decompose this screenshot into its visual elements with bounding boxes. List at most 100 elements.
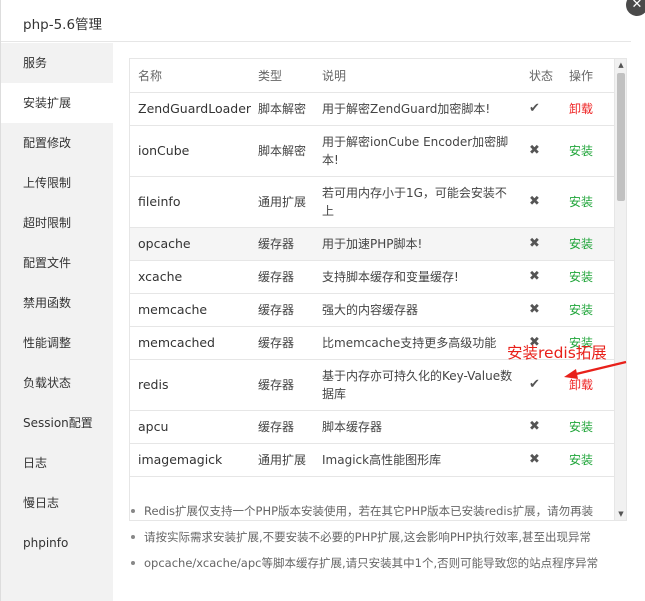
extension-type: 通用扩展: [250, 176, 314, 228]
table-header-row: 名称 类型 说明 状态 操作: [130, 59, 614, 93]
extension-action-cell: 安装: [561, 293, 614, 327]
annotation-arrow-icon: [564, 360, 627, 379]
cross-icon: ✖: [529, 143, 540, 158]
scroll-thumb[interactable]: [617, 73, 625, 201]
notes-list: Redis扩展仅支持一个PHP版本安装使用，若在其它PHP版本已安装redis扩…: [129, 498, 629, 576]
cross-icon: ✖: [529, 452, 540, 467]
extension-desc: 基于内存亦可持久化的Key-Value数据库: [314, 359, 521, 411]
table-row: ionCube 脚本解密 用于解密ionCube Encoder加密脚本! ✖ 安装: [130, 125, 614, 177]
cross-icon: ✖: [529, 302, 540, 317]
table-row: xcache 缓存器 支持脚本缓存和变量缓存! ✖ 安装: [130, 260, 614, 294]
note-item: 请按实际需求安装扩展,不要安装不必要的PHP扩展,这会影响PHP执行效率,甚至出…: [129, 524, 629, 550]
extension-name: apcu: [130, 410, 250, 444]
extension-type: 脚本解密: [250, 125, 314, 177]
extension-status-cell: ✖: [521, 260, 561, 294]
install-link[interactable]: 安装: [569, 237, 593, 251]
table-row: memcache 缓存器 强大的内容缓存器 ✖ 安装: [130, 293, 614, 327]
cross-icon: ✖: [529, 269, 540, 284]
install-link[interactable]: 安装: [569, 453, 593, 467]
extension-status-cell: ✖: [521, 293, 561, 327]
extension-table-wrapper: 名称 类型 说明 状态 操作 ZendGuardLoader 脚本解密 用于解密Ze…: [129, 58, 627, 521]
dialog-title: php-5.6管理: [23, 17, 103, 33]
extension-action-cell: 安装: [561, 260, 614, 294]
check-icon: ✔: [529, 101, 540, 116]
extension-action-cell: 安装: [561, 125, 614, 177]
content-area: 名称 类型 说明 状态 操作 ZendGuardLoader 脚本解密 用于解密Ze…: [113, 43, 631, 601]
install-link[interactable]: 安装: [569, 144, 593, 158]
extension-status-cell: ✖: [521, 227, 561, 261]
extension-action-cell: 安装: [561, 227, 614, 261]
extension-type: 缓存器: [250, 359, 314, 411]
extension-type: 缓存器: [250, 410, 314, 444]
sidebar-item[interactable]: phpinfo: [1, 523, 113, 563]
sidebar-item[interactable]: 日志: [1, 443, 113, 483]
extension-type: 缓存器: [250, 293, 314, 327]
extension-name: memcache: [130, 293, 250, 327]
sidebar-item[interactable]: 超时限制: [1, 203, 113, 243]
extension-action-cell: 安装: [561, 410, 614, 444]
extension-desc: 支持脚本缓存和变量缓存!: [314, 260, 521, 294]
table-row: imagemagick 通用扩展 Imagick高性能图形库 ✖ 安装: [130, 443, 614, 477]
extension-type: 脚本解密: [250, 92, 314, 126]
sidebar-item[interactable]: 上传限制: [1, 163, 113, 203]
extension-desc: 脚本缓存器: [314, 410, 521, 444]
install-link[interactable]: 安装: [569, 195, 593, 209]
table-row: opcache 缓存器 用于加速PHP脚本! ✖ 安装: [130, 227, 614, 261]
header-status: 状态: [521, 59, 561, 93]
extension-name: imagemagick: [130, 443, 250, 477]
cross-icon: ✖: [529, 236, 540, 251]
table-scrollbar[interactable]: ▲ ▼: [614, 59, 626, 520]
sidebar-item[interactable]: 配置修改: [1, 123, 113, 163]
dialog-title-bar: php-5.6管理: [1, 0, 631, 42]
header-name: 名称: [130, 59, 250, 93]
install-link[interactable]: 安装: [569, 303, 593, 317]
extension-status-cell: ✖: [521, 443, 561, 477]
sidebar-item[interactable]: 慢日志: [1, 483, 113, 523]
extension-action-cell: 安装: [561, 176, 614, 228]
sidebar-item[interactable]: 性能调整: [1, 323, 113, 363]
php-manage-dialog: php-5.6管理 服务 安装扩展 配置修改 上传限制 超时限制 配置文件 禁用函数 性能调整…: [0, 0, 631, 601]
extension-name: fileinfo: [130, 176, 250, 228]
extension-action-cell: 安装: [561, 443, 614, 477]
table-row: redis 缓存器 基于内存亦可持久化的Key-Value数据库 ✔ 卸载: [130, 359, 614, 411]
extension-desc: Imagick高性能图形库: [314, 443, 521, 477]
extension-status-cell: ✔: [521, 92, 561, 126]
extension-desc: 用于加速PHP脚本!: [314, 227, 521, 261]
sidebar-item[interactable]: 配置文件: [1, 243, 113, 283]
install-link[interactable]: 安装: [569, 270, 593, 284]
extension-status-cell: ✖: [521, 176, 561, 228]
sidebar: 服务 安装扩展 配置修改 上传限制 超时限制 配置文件 禁用函数 性能调整 负载状态 Sessio…: [1, 43, 113, 601]
header-desc: 说明: [314, 59, 521, 93]
header-action: 操作: [561, 59, 614, 93]
extension-table: 名称 类型 说明 状态 操作 ZendGuardLoader 脚本解密 用于解密Ze…: [130, 59, 614, 477]
extension-desc: 用于解密ZendGuard加密脚本!: [314, 92, 521, 126]
extension-status-cell: ✖: [521, 125, 561, 177]
sidebar-item[interactable]: 服务: [1, 43, 113, 83]
check-icon: ✔: [529, 377, 540, 392]
sidebar-item[interactable]: 安装扩展: [1, 83, 113, 123]
extension-type: 通用扩展: [250, 443, 314, 477]
table-row: apcu 缓存器 脚本缓存器 ✖ 安装: [130, 410, 614, 444]
extension-type: 缓存器: [250, 227, 314, 261]
sidebar-item[interactable]: 禁用函数: [1, 283, 113, 323]
extension-desc: 用于解密ionCube Encoder加密脚本!: [314, 125, 521, 177]
extension-name: ionCube: [130, 125, 250, 177]
install-link[interactable]: 安装: [569, 420, 593, 434]
scroll-up-arrow-icon[interactable]: ▲: [615, 59, 626, 71]
extension-name: opcache: [130, 227, 250, 261]
sidebar-item[interactable]: 负载状态: [1, 363, 113, 403]
extension-name: memcached: [130, 326, 250, 360]
uninstall-link[interactable]: 卸载: [569, 102, 593, 116]
extension-desc: 强大的内容缓存器: [314, 293, 521, 327]
extension-desc: 若可用内存小于1G，可能会安装不上: [314, 176, 521, 228]
note-item: opcache/xcache/apc等脚本缓存扩展,请只安装其中1个,否则可能导…: [129, 550, 629, 576]
note-item: Redis扩展仅支持一个PHP版本安装使用，若在其它PHP版本已安装redis扩…: [129, 498, 629, 524]
extension-type: 缓存器: [250, 260, 314, 294]
extension-name: xcache: [130, 260, 250, 294]
sidebar-item[interactable]: Session配置: [1, 403, 113, 443]
extension-name: redis: [130, 359, 250, 411]
extension-name: ZendGuardLoader: [130, 92, 251, 126]
table-row: ZendGuardLoader 脚本解密 用于解密ZendGuard加密脚本! ✔ 卸载: [130, 92, 614, 126]
extension-action-cell: 卸载: [561, 92, 614, 126]
cross-icon: ✖: [529, 419, 540, 434]
